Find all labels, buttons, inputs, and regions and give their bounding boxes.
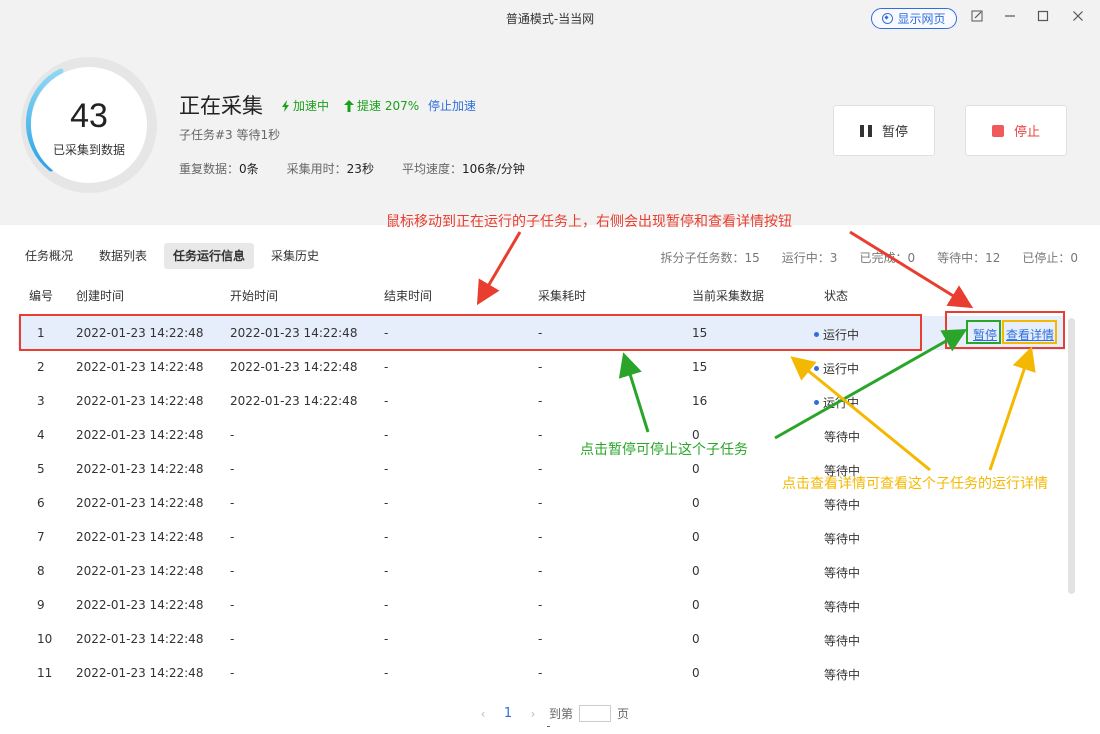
- annotation-arrows: [476, 230, 1036, 472]
- annotation-detail-hint: 点击查看详情可查看这个子任务的运行详情: [782, 476, 1048, 492]
- annotation-pause-hint: 点击暂停可停止这个子任务: [580, 442, 748, 458]
- annotation-hover-hint: 鼠标移动到正在运行的子任务上，右侧会出现暂停和查看详情按钮: [386, 214, 792, 230]
